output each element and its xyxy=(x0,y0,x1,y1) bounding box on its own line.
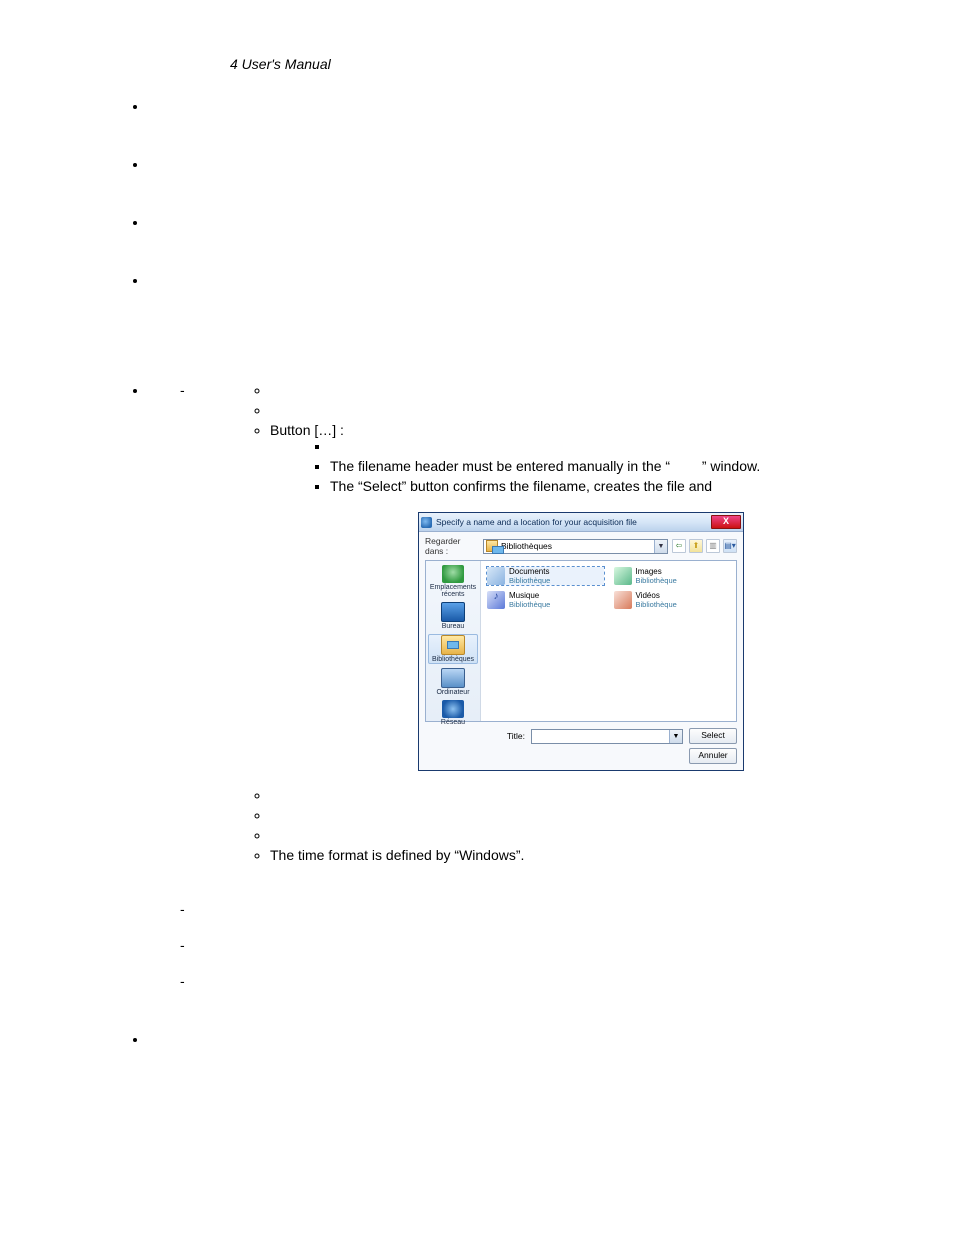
dialog-body: Regarder dans : Bibliothèques ▼ ⇦ xyxy=(419,532,743,770)
document-page: 4 User's Manual Button […] : xyxy=(0,0,954,1149)
circle-item xyxy=(270,807,844,825)
back-icon[interactable]: ⇦ xyxy=(672,539,686,553)
bullet-item xyxy=(148,156,844,176)
look-in-combo[interactable]: Bibliothèques ▼ xyxy=(483,539,668,554)
place-desktop[interactable]: Bureau xyxy=(429,602,477,630)
time-format-text: The time format is defined by “Windows”. xyxy=(270,847,524,863)
documents-icon xyxy=(487,567,505,585)
title-field-label: Title: xyxy=(477,731,525,741)
circle-item xyxy=(270,787,844,805)
filename-window-text-b: ” window. xyxy=(702,458,760,474)
computer-icon xyxy=(441,668,465,688)
views-icon[interactable]: ▤▾ xyxy=(723,539,737,553)
chevron-down-icon[interactable]: ▼ xyxy=(669,730,682,743)
dash-item xyxy=(200,901,844,921)
circle-item-button: Button […] : The filename header must be… xyxy=(270,422,844,771)
bullet-item xyxy=(148,1031,844,1051)
lib-music[interactable]: MusiqueBibliothèque xyxy=(487,591,604,609)
bullet-item xyxy=(148,98,844,118)
place-network[interactable]: Réseau xyxy=(429,700,477,726)
square-item: The “Select” button confirms the filenam… xyxy=(330,478,844,496)
places-bar: Emplacements récents Bureau Bibliothèque… xyxy=(426,561,481,721)
circle-item xyxy=(270,382,844,400)
desktop-icon xyxy=(441,602,465,622)
circle-list: Button […] : The filename header must be… xyxy=(200,382,844,865)
images-icon xyxy=(614,567,632,585)
place-recent[interactable]: Emplacements récents xyxy=(429,565,477,598)
square-item: The filename header must be entered manu… xyxy=(330,458,844,476)
circle-item xyxy=(270,402,844,420)
network-icon xyxy=(442,700,464,718)
folder-icon xyxy=(486,540,498,552)
filename-window-text-a: The filename header must be entered manu… xyxy=(330,458,670,474)
place-libraries[interactable]: Bibliothèques xyxy=(428,634,478,664)
lib-documents[interactable]: DocumentsBibliothèque xyxy=(487,567,604,585)
dash-list: Button […] : The filename header must be… xyxy=(148,382,844,993)
lib-videos[interactable]: VidéosBibliothèque xyxy=(614,591,731,609)
bullet-item-file: Button […] : The filename header must be… xyxy=(148,358,844,993)
dialog-main: Emplacements récents Bureau Bibliothèque… xyxy=(425,560,737,722)
close-button[interactable]: X xyxy=(711,515,741,529)
square-item xyxy=(330,438,844,456)
libraries-icon xyxy=(441,635,465,655)
new-folder-icon[interactable]: ▥ xyxy=(706,539,720,553)
bullet-item xyxy=(148,272,844,320)
library-grid: DocumentsBibliothèque ImagesBibliothèque xyxy=(487,567,730,609)
square-list: The filename header must be entered manu… xyxy=(270,438,844,496)
dialog-titlebar: Specify a name and a location for your a… xyxy=(419,513,743,532)
up-folder-icon[interactable]: ⬆ xyxy=(689,539,703,553)
select-button[interactable]: Select xyxy=(689,728,737,744)
select-button-text: The “Select” button confirms the filenam… xyxy=(330,478,712,494)
dash-item xyxy=(200,973,844,993)
cancel-button[interactable]: Annuler xyxy=(689,748,737,764)
top-bullet-list: Button […] : The filename header must be… xyxy=(110,98,844,1051)
dialog-title: Specify a name and a location for your a… xyxy=(436,517,711,527)
circle-item xyxy=(270,827,844,845)
app-icon xyxy=(421,517,432,528)
videos-icon xyxy=(614,591,632,609)
recent-icon xyxy=(442,565,464,583)
file-pane: DocumentsBibliothèque ImagesBibliothèque xyxy=(481,561,736,721)
dialog-toolbar: ⇦ ⬆ ▥ ▤▾ xyxy=(672,539,737,553)
title-input[interactable]: ▼ xyxy=(531,729,683,744)
chevron-down-icon[interactable]: ▼ xyxy=(654,540,667,553)
music-icon xyxy=(487,591,505,609)
dash-item: Button […] : The filename header must be… xyxy=(200,382,844,885)
button-ellipsis-text: Button […] : xyxy=(270,422,344,438)
lib-images[interactable]: ImagesBibliothèque xyxy=(614,567,731,585)
dialog-bottom: Title: ▼ Select Annuler xyxy=(425,728,737,764)
look-in-row: Regarder dans : Bibliothèques ▼ ⇦ xyxy=(425,536,737,556)
circle-item-timeformat: The time format is defined by “Windows”. xyxy=(270,847,844,865)
file-dialog: Specify a name and a location for your a… xyxy=(418,512,744,771)
look-in-label: Regarder dans : xyxy=(425,536,479,556)
look-in-value: Bibliothèques xyxy=(501,541,552,551)
page-header: 4 User's Manual xyxy=(230,56,844,72)
place-computer[interactable]: Ordinateur xyxy=(429,668,477,696)
dash-item xyxy=(200,937,844,957)
bullet-item xyxy=(148,214,844,234)
